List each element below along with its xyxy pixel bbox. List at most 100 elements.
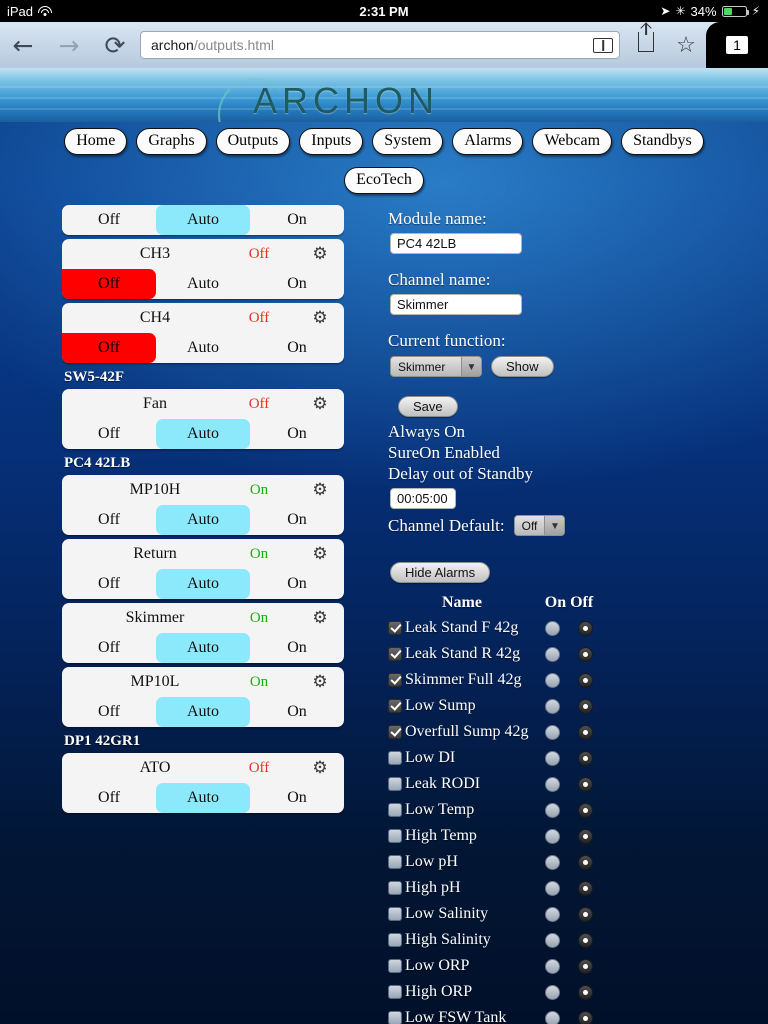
alarm-off-radio[interactable] (578, 854, 593, 870)
alarm-on-radio[interactable] (545, 724, 560, 740)
back-arrow-icon[interactable]: ← (0, 33, 46, 58)
alarm-on-radio[interactable] (545, 646, 560, 662)
save-button[interactable]: Save (398, 396, 458, 417)
channel-mode-auto-button[interactable]: Auto (156, 633, 250, 663)
alarm-off-radio[interactable] (578, 672, 593, 688)
forward-arrow-icon[interactable]: → (46, 33, 92, 58)
alarm-enable-checkbox[interactable] (388, 751, 402, 765)
channel-mode-off-button[interactable]: Off (62, 569, 156, 599)
channel-mode-on-button[interactable]: On (250, 333, 344, 363)
alarm-enable-checkbox[interactable] (388, 673, 402, 687)
alarm-on-radio[interactable] (545, 984, 560, 1000)
alarm-off-radio[interactable] (578, 932, 593, 948)
alarm-enable-checkbox[interactable] (388, 803, 402, 817)
alarm-enable-checkbox[interactable] (388, 1011, 402, 1024)
alarm-on-radio[interactable] (545, 906, 560, 922)
alarm-off-radio[interactable] (578, 776, 593, 792)
nav-tab-graphs[interactable]: Graphs (136, 128, 207, 155)
gear-icon[interactable]: ⚙ (298, 394, 342, 414)
hide-alarms-button[interactable]: Hide Alarms (390, 562, 491, 583)
nav-tab-webcam[interactable]: Webcam (532, 128, 613, 155)
channel-mode-on-button[interactable]: On (250, 633, 344, 663)
alarm-off-radio[interactable] (578, 906, 593, 922)
alarm-enable-checkbox[interactable] (388, 933, 402, 947)
channel-mode-on-button[interactable]: On (250, 783, 344, 813)
alarm-enable-checkbox[interactable] (388, 855, 402, 869)
channel-mode-auto-button[interactable]: Auto (156, 333, 250, 363)
alarm-on-radio[interactable] (545, 854, 560, 870)
alarm-off-radio[interactable] (578, 880, 593, 896)
channel-mode-off-button[interactable]: Off (62, 419, 156, 449)
alarm-enable-checkbox[interactable] (388, 829, 402, 843)
module-name-input[interactable]: PC4 42LB (390, 233, 522, 254)
channel-mode-auto-button[interactable]: Auto (156, 783, 250, 813)
channel-mode-off-button[interactable]: Off (62, 697, 156, 727)
alarm-enable-checkbox[interactable] (388, 959, 402, 973)
alarm-off-radio[interactable] (578, 620, 593, 636)
alarm-off-radio[interactable] (578, 1010, 593, 1024)
alarm-enable-checkbox[interactable] (388, 881, 402, 895)
alarm-on-radio[interactable] (545, 672, 560, 688)
channel-mode-auto-button[interactable]: Auto (156, 419, 250, 449)
channel-mode-auto-button[interactable]: Auto (156, 505, 250, 535)
gear-icon[interactable]: ⚙ (298, 672, 342, 692)
channel-mode-off-button[interactable]: Off (62, 333, 156, 363)
nav-tab-outputs[interactable]: Outputs (215, 128, 291, 155)
gear-icon[interactable]: ⚙ (298, 480, 342, 500)
alarm-enable-checkbox[interactable] (388, 985, 402, 999)
channel-mode-on-button[interactable]: On (250, 505, 344, 535)
alarm-enable-checkbox[interactable] (388, 621, 402, 635)
channel-mode-on-button[interactable]: On (250, 419, 344, 449)
channel-mode-off-button[interactable]: Off (62, 505, 156, 535)
alarm-off-radio[interactable] (578, 802, 593, 818)
alarm-off-radio[interactable] (578, 646, 593, 662)
channel-list-panel[interactable]: Off Auto On CH3 Off ⚙ Off Auto On CH4 Off ⚙ Off Auto O… (62, 205, 344, 873)
alarm-off-radio[interactable] (578, 698, 593, 714)
alarm-enable-checkbox[interactable] (388, 777, 402, 791)
alarm-on-radio[interactable] (545, 750, 560, 766)
tab-counter-button[interactable]: 1 (706, 22, 768, 68)
nav-tab-home[interactable]: Home (64, 128, 128, 155)
alarm-on-radio[interactable] (545, 958, 560, 974)
channel-mode-auto-button[interactable]: Auto (156, 205, 250, 235)
channel-mode-off-button[interactable]: Off (62, 633, 156, 663)
alarm-enable-checkbox[interactable] (388, 699, 402, 713)
nav-tab-alarms[interactable]: Alarms (452, 128, 524, 155)
alarm-off-radio[interactable] (578, 958, 593, 974)
nav-tab-system[interactable]: System (372, 128, 444, 155)
channel-mode-on-button[interactable]: On (250, 269, 344, 299)
share-icon[interactable] (626, 32, 666, 58)
nav-tab-ecotech[interactable]: EcoTech (344, 167, 424, 194)
channel-mode-off-button[interactable]: Off (62, 205, 156, 235)
reload-icon[interactable]: ⟳ (92, 33, 138, 58)
alarm-off-radio[interactable] (578, 724, 593, 740)
bookmark-star-icon[interactable]: ☆ (666, 33, 706, 58)
channel-name-input[interactable]: Skimmer (390, 294, 522, 315)
alarm-enable-checkbox[interactable] (388, 647, 402, 661)
gear-icon[interactable]: ⚙ (298, 308, 342, 328)
alarm-on-radio[interactable] (545, 620, 560, 636)
alarm-on-radio[interactable] (545, 932, 560, 948)
channel-mode-on-button[interactable]: On (250, 697, 344, 727)
nav-tab-inputs[interactable]: Inputs (299, 128, 364, 155)
gear-icon[interactable]: ⚙ (298, 544, 342, 564)
delay-time-input[interactable]: 00:05:00 (390, 488, 456, 509)
alarm-off-radio[interactable] (578, 750, 593, 766)
address-bar[interactable]: archon/outputs.html (140, 31, 620, 59)
alarm-enable-checkbox[interactable] (388, 725, 402, 739)
current-function-select[interactable]: Skimmer ▼ (390, 356, 482, 377)
alarm-on-radio[interactable] (545, 880, 560, 896)
gear-icon[interactable]: ⚙ (298, 608, 342, 628)
channel-mode-off-button[interactable]: Off (62, 783, 156, 813)
channel-mode-auto-button[interactable]: Auto (156, 697, 250, 727)
alarm-on-radio[interactable] (545, 776, 560, 792)
channel-mode-auto-button[interactable]: Auto (156, 269, 250, 299)
channel-mode-on-button[interactable]: On (250, 569, 344, 599)
alarm-on-radio[interactable] (545, 828, 560, 844)
channel-mode-off-button[interactable]: Off (62, 269, 156, 299)
reader-view-icon[interactable] (593, 37, 613, 53)
alarm-on-radio[interactable] (545, 1010, 560, 1024)
gear-icon[interactable]: ⚙ (298, 244, 342, 264)
alarm-on-radio[interactable] (545, 802, 560, 818)
channel-mode-on-button[interactable]: On (250, 205, 344, 235)
